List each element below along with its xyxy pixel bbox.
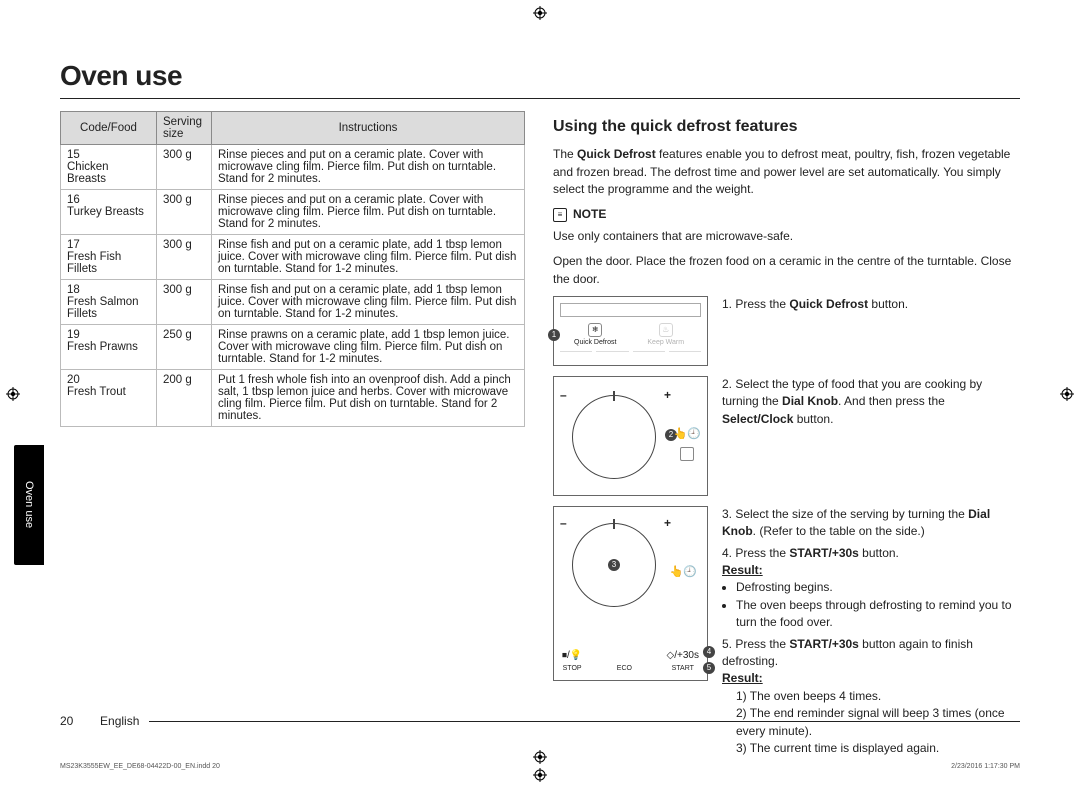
print-metadata: MS23K3555EW_EE_DE68-04422D-00_EN.indd 20…: [60, 763, 1020, 770]
page-number: 20: [60, 714, 73, 728]
instructions: Rinse fish and put on a ceramic plate, a…: [212, 235, 525, 280]
plus-icon: +: [664, 387, 671, 404]
panel-label: Quick Defrost: [560, 338, 631, 348]
instructions: Rinse prawns on a ceramic plate, add 1 t…: [212, 325, 525, 370]
dial-controls-diagram: – + 3 👆🕘 ⏹/💡STOP ECO ◇/+30sSTART 4 5: [553, 506, 708, 681]
table-row: 17Fresh Fish Fillets 300 g Rinse fish an…: [61, 235, 525, 280]
step-1-text: 1. Press the Quick Defrost button.: [722, 296, 1018, 313]
food-name: Fresh Salmon Fillets: [67, 296, 139, 320]
panel-label: Keep Warm: [631, 338, 702, 348]
food-name: Fresh Trout: [67, 386, 126, 398]
start-label: START: [667, 664, 699, 674]
side-tab: Oven use: [14, 445, 44, 565]
th-instr: Instructions: [212, 112, 525, 145]
result-item: 1) The oven beeps 4 times.: [736, 688, 1018, 705]
intro-paragraph: The Quick Defrost features enable you to…: [553, 146, 1018, 198]
note-icon: ≡: [553, 208, 567, 222]
control-panel-diagram: ❄Quick Defrost ♨Keep Warm 1: [553, 296, 708, 366]
callout-3-icon: 3: [608, 559, 620, 571]
code: 17: [67, 239, 80, 251]
registration-mark-icon: [533, 750, 547, 764]
code: 20: [67, 374, 80, 386]
plus-icon: +: [664, 515, 671, 532]
serving-size: 300 g: [157, 235, 212, 280]
note-text: Use only containers that are microwave-s…: [553, 228, 1018, 245]
result-item: The oven beeps through defrosting to rem…: [736, 597, 1018, 632]
food-table: Code/Food Serving size Instructions 15Ch…: [60, 111, 525, 427]
registration-mark-icon: [533, 768, 547, 782]
instructions: Rinse fish and put on a ceramic plate, a…: [212, 280, 525, 325]
code: 16: [67, 194, 80, 206]
note-label: NOTE: [573, 206, 606, 223]
open-door-text: Open the door. Place the frozen food on …: [553, 253, 1018, 288]
footer-rule: [149, 721, 1020, 722]
step-1: ❄Quick Defrost ♨Keep Warm 1 1. Press the…: [553, 296, 1018, 366]
eco-icon: [617, 649, 632, 664]
dial-knob-icon: [572, 395, 656, 479]
select-clock-icon: 👆🕘: [670, 565, 697, 581]
table-row: 19Fresh Prawns 250 g Rinse prawns on a c…: [61, 325, 525, 370]
food-name: Turkey Breasts: [67, 206, 144, 218]
table-row: 20Fresh Trout 200 g Put 1 fresh whole fi…: [61, 370, 525, 427]
code: 15: [67, 149, 80, 161]
serving-size: 300 g: [157, 190, 212, 235]
page: Oven use Oven use Code/Food Serving size…: [0, 0, 1080, 788]
instructions: Rinse pieces and put on a ceramic plate.…: [212, 190, 525, 235]
select-clock-icon: 👆🕘: [674, 427, 701, 461]
table-row: 16Turkey Breasts 300 g Rinse pieces and …: [61, 190, 525, 235]
th-code: Code/Food: [61, 112, 157, 145]
result-item: Defrosting begins.: [736, 579, 1018, 596]
content-columns: Code/Food Serving size Instructions 15Ch…: [60, 111, 1020, 757]
instructions: Rinse pieces and put on a ceramic plate.…: [212, 145, 525, 190]
step-2: – + 2 👆🕘 2. Select the type of food that…: [553, 376, 1018, 496]
minus-icon: –: [560, 387, 567, 404]
serving-size: 300 g: [157, 280, 212, 325]
display-icon: [560, 303, 701, 317]
divider: [60, 98, 1020, 99]
serving-size: 250 g: [157, 325, 212, 370]
table-row: 15Chicken Breasts 300 g Rinse pieces and…: [61, 145, 525, 190]
print-date: 2/23/2016 1:17:30 PM: [951, 763, 1020, 770]
food-name: Fresh Fish Fillets: [67, 251, 121, 275]
dial-diagram: – + 2 👆🕘: [553, 376, 708, 496]
callout-4-icon: 4: [703, 646, 715, 658]
registration-mark-icon: [6, 387, 20, 401]
left-column: Code/Food Serving size Instructions 15Ch…: [60, 111, 525, 757]
callout-5-icon: 5: [703, 662, 715, 674]
right-column: Using the quick defrost features The Qui…: [553, 111, 1018, 757]
result-item: 3) The current time is displayed again.: [736, 740, 1018, 757]
step-2-text: 2. Select the type of food that you are …: [722, 376, 1018, 428]
result-label: Result:: [722, 563, 763, 577]
subsection-heading: Using the quick defrost features: [553, 115, 1018, 138]
result-label: Result:: [722, 671, 763, 685]
registration-mark-icon: [533, 6, 547, 20]
registration-mark-icon: [1060, 387, 1074, 401]
page-language: English: [100, 714, 139, 728]
serving-size: 300 g: [157, 145, 212, 190]
minus-icon: –: [560, 515, 567, 532]
page-footer: 20 English: [60, 714, 1020, 728]
start-icon: ◇/+30s: [667, 649, 699, 664]
th-size: Serving size: [157, 112, 212, 145]
section-title: Oven use: [60, 60, 1020, 92]
keepwarm-icon: ♨: [659, 323, 673, 337]
code: 19: [67, 329, 80, 341]
eco-label: ECO: [617, 664, 632, 674]
instructions: Put 1 fresh whole fish into an ovenproof…: [212, 370, 525, 427]
code: 18: [67, 284, 80, 296]
food-name: Fresh Prawns: [67, 341, 138, 353]
callout-1-icon: 1: [548, 329, 560, 341]
stop-icon: ⏹/💡: [562, 649, 582, 664]
table-row: 18Fresh Salmon Fillets 300 g Rinse fish …: [61, 280, 525, 325]
food-name: Chicken Breasts: [67, 161, 109, 185]
note-heading: ≡ NOTE: [553, 206, 1018, 223]
stop-label: STOP: [562, 664, 582, 674]
print-file: MS23K3555EW_EE_DE68-04422D-00_EN.indd 20: [60, 763, 220, 770]
snowflake-icon: ❄: [588, 323, 602, 337]
serving-size: 200 g: [157, 370, 212, 427]
